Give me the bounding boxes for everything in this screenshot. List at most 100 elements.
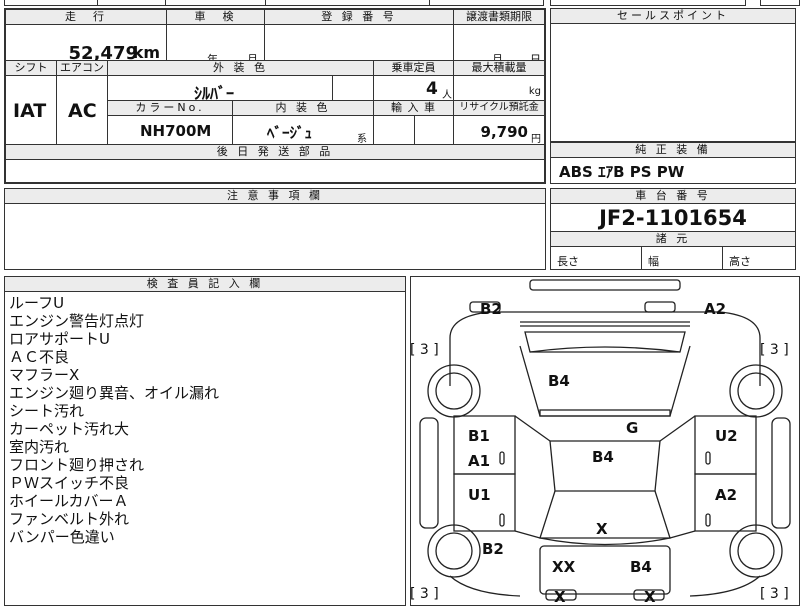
shift-value: IAT	[13, 100, 47, 122]
color-no-cell: NH700M	[107, 115, 233, 145]
mark-xx: XX	[552, 558, 576, 576]
notes-header: 注 意 事 項 欄	[4, 188, 546, 204]
interior-suffix: 系	[357, 134, 367, 145]
capacity-cell: 4 人	[373, 75, 454, 101]
inspector-line: ルーフU	[9, 294, 65, 312]
inspector-line: シート汚れ	[9, 402, 85, 420]
equipment-header: 純 正 装 備	[550, 142, 796, 158]
interior-cell: ﾍﾞｰｼﾞｭ 系	[232, 115, 374, 145]
mark-u1: U1	[468, 486, 491, 504]
mark-b4-bottom: B4	[630, 558, 652, 576]
inspector-line: ＰＷスイッチ不良	[9, 474, 130, 492]
registration-header: 登 録 番 号	[264, 9, 454, 25]
color-no-header: カラーNo.	[107, 100, 233, 116]
width-cell: 幅	[641, 246, 723, 270]
light-right-shape	[644, 301, 676, 313]
hood-lines-shape	[520, 321, 690, 327]
later-parts-cell	[5, 159, 545, 183]
shift-header: シフト	[5, 60, 57, 76]
height-cell: 高さ	[722, 246, 796, 270]
front-bumper-top-shape	[529, 279, 681, 291]
sales-point-header: セールスポイント	[550, 8, 796, 24]
max-load-header: 最大積載量	[453, 60, 545, 76]
import-header: 輸 入 車	[373, 100, 454, 116]
windshield-curve-shape	[529, 346, 681, 353]
shift-cell: IAT	[5, 75, 57, 145]
damage-diagram: B2 A2 B4 G B1 A1 B4 U2 U1 A2 X B2 XX B4 …	[410, 276, 800, 606]
exterior-cell: ｼﾙﾊﾞｰ	[107, 75, 333, 103]
max-load-cell: kg	[453, 75, 545, 101]
top-cut-right	[550, 0, 746, 6]
max-load-unit: kg	[528, 86, 541, 97]
inspection-header: 車 検	[166, 9, 265, 25]
inspector-box: 検 査 員 記 入 欄 ルーフU エンジン警告灯点灯 ロアサポートU ＡＣ不良 マフラー…	[4, 276, 406, 606]
height-label: 高さ	[729, 255, 751, 268]
top-cut-far-right	[760, 0, 800, 6]
exterior-extra-cell	[332, 75, 374, 101]
mark-g: G	[626, 419, 638, 437]
interior-header: 内 装 色	[232, 100, 374, 116]
mark-b2-top: B2	[480, 300, 502, 318]
capacity-value: 4	[426, 79, 438, 99]
car-diagram-svg: B2 A2 B4 G B1 A1 B4 U2 U1 A2 X B2 XX B4 …	[410, 279, 791, 606]
aircon-header: エアコン	[56, 60, 108, 76]
inspector-line: エンジン警告灯点灯	[9, 312, 145, 330]
front-right-door-shape	[694, 415, 757, 475]
recycle-cell: 9,790 円	[453, 115, 545, 145]
inspector-line: 室内汚れ	[9, 438, 70, 456]
mark-b2-bottom: B2	[482, 540, 504, 558]
equipment-value: ABS ｴｱB PS PW	[559, 163, 685, 181]
rear-corners-shape	[449, 575, 761, 597]
chassis-value-cell: JF2-1101654	[551, 204, 795, 232]
mark-b4-roof: B4	[548, 372, 570, 390]
inspector-line: バンパー色違い	[9, 528, 115, 546]
exterior-header: 外 装 色	[107, 60, 374, 76]
recycle-unit: 円	[531, 134, 541, 145]
mark-b1: B1	[468, 427, 490, 445]
top-cut-row	[4, 0, 544, 6]
chassis-value: JF2-1101654	[599, 206, 747, 230]
mark-x-center: X	[596, 520, 608, 538]
inspector-line: カーペット汚れ大	[9, 420, 130, 438]
inspector-line: ロアサポートU	[9, 330, 110, 348]
sales-point-box: セールスポイント	[550, 8, 796, 142]
mark-a1: A1	[468, 452, 490, 470]
interior-value: ﾍﾞｰｼﾞｭ	[267, 124, 313, 142]
recycle-value: 9,790	[480, 123, 528, 141]
recycle-header: リサイクル預託金	[453, 100, 545, 116]
inspector-line: エンジン廻り異音、オイル漏れ	[9, 384, 220, 402]
length-cell: 長さ	[550, 246, 642, 270]
inspector-line: ファンベルト外れ	[9, 510, 130, 528]
mark-u2: U2	[715, 427, 738, 445]
chassis-box: 車 台 番 号 JF2-1101654 諸 元 長さ 幅 高さ	[550, 188, 796, 270]
inspector-line: ホイールカバーＡ	[9, 492, 129, 510]
tire-right-top: [ 3 ]	[760, 342, 789, 358]
equipment-box: 純 正 装 備 ABS ｴｱB PS PW	[550, 142, 796, 184]
notes-box: 注 意 事 項 欄	[4, 188, 546, 270]
inspector-line: ＡＣ不良	[9, 348, 70, 366]
side-left-outer-shape	[419, 417, 439, 529]
mark-b4-center: B4	[592, 448, 614, 466]
windshield-shape	[524, 331, 686, 353]
capacity-header: 乗車定員	[373, 60, 454, 76]
dimensions-header: 諸 元	[550, 231, 796, 247]
import-cell-b	[414, 115, 454, 145]
mileage-header: 走 行	[5, 9, 167, 25]
length-label: 長さ	[557, 255, 579, 268]
inspector-header: 検 査 員 記 入 欄	[4, 276, 406, 292]
mark-x-left: X	[554, 588, 566, 606]
inspector-line: フロント廻り押され	[9, 456, 145, 474]
aircon-cell: AC	[56, 75, 108, 145]
inspector-lines: ルーフU エンジン警告灯点灯 ロアサポートU ＡＣ不良 マフラーX エンジン廻り異音、オイ…	[9, 294, 219, 546]
inspector-line: マフラーX	[9, 366, 80, 384]
mark-a2-top: A2	[704, 300, 726, 318]
import-cell-a	[373, 115, 415, 145]
roof-bar-shape	[539, 409, 671, 417]
capacity-unit: 人	[442, 90, 452, 101]
roof-outline-shape	[519, 345, 691, 417]
tire-left-top: [ 3 ]	[410, 342, 439, 358]
transfer-header: 譲渡書類期限	[453, 9, 545, 25]
chassis-header: 車 台 番 号	[550, 188, 796, 204]
mark-x-right: X	[644, 588, 656, 606]
later-parts-header: 後 日 発 送 部 品	[5, 144, 545, 160]
